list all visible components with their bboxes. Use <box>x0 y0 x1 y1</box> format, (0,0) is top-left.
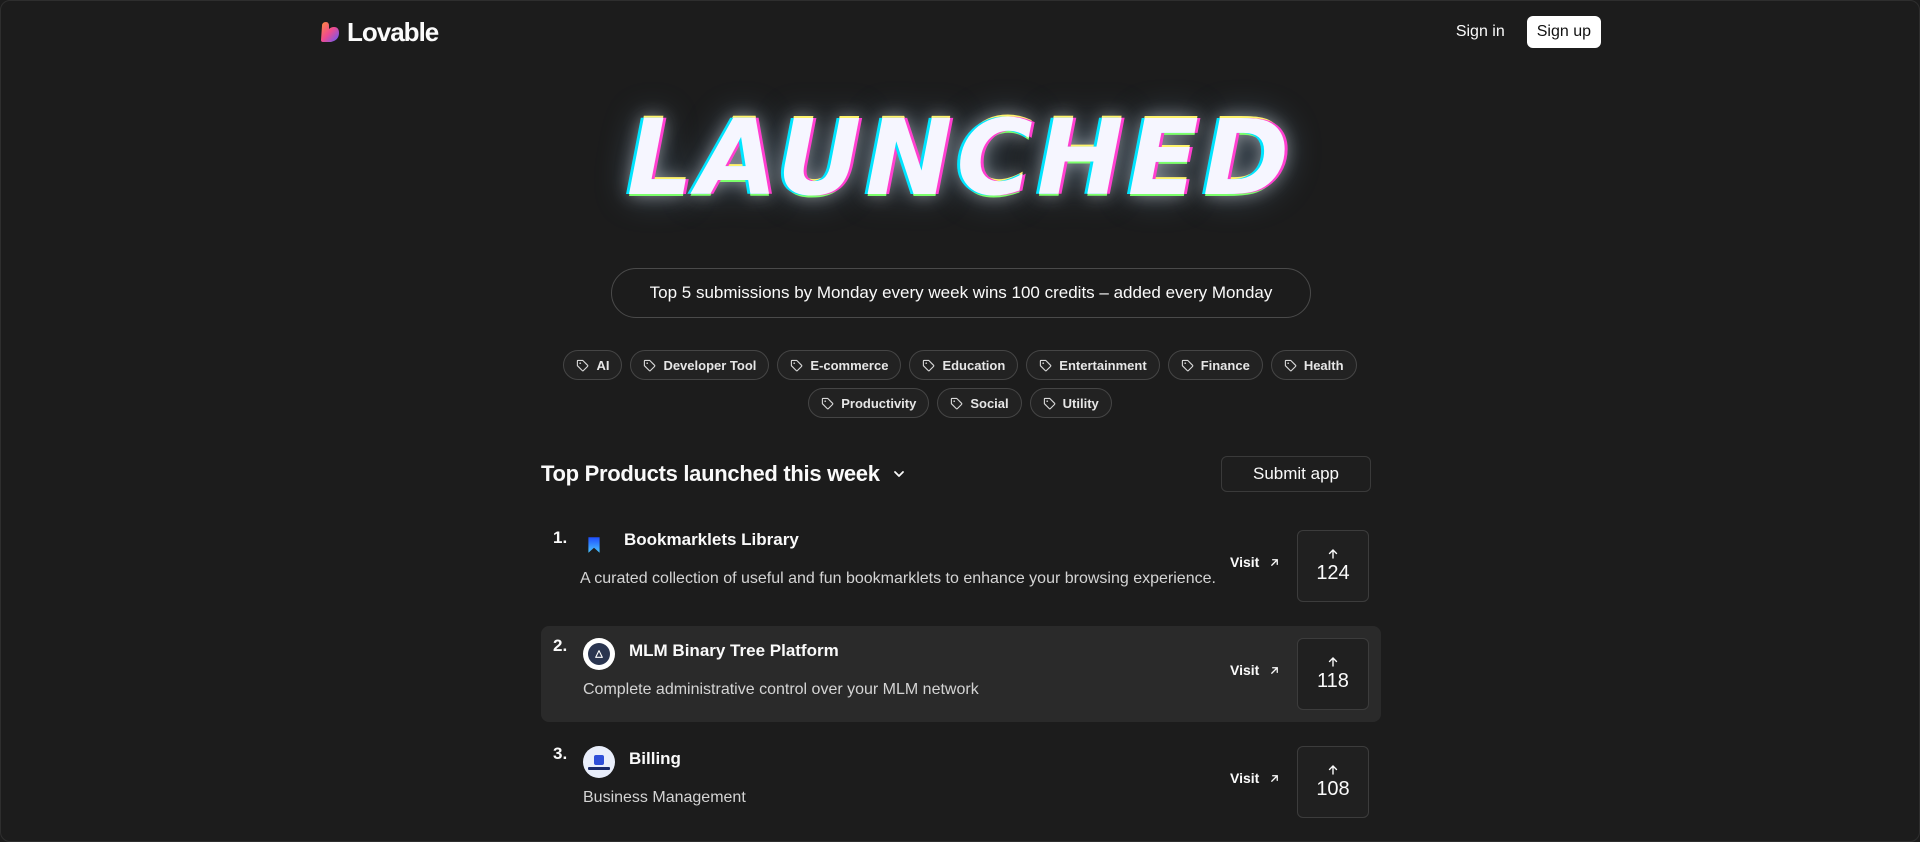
upvote-button[interactable]: 118 <box>1297 638 1369 710</box>
tag-icon <box>822 397 834 409</box>
category-tags: AI Developer Tool E-commerce Education Enter… <box>1 350 1919 426</box>
tag-icon <box>923 359 935 371</box>
promo-banner-text: Top 5 submissions by Monday every week w… <box>649 283 1273 302</box>
tag-social[interactable]: Social <box>937 388 1022 418</box>
auth-actions: Sign in Sign up <box>1446 16 1601 48</box>
tag-label: E-commerce <box>810 357 889 373</box>
tag-icon <box>1181 359 1194 371</box>
product-name[interactable]: Billing <box>629 749 681 769</box>
product-name[interactable]: MLM Binary Tree Platform <box>629 641 839 661</box>
tag-education[interactable]: Education <box>909 350 1019 380</box>
tag-label: AI <box>596 357 610 373</box>
product-rank: 2. <box>553 636 568 655</box>
external-arrow-icon <box>1271 774 1279 782</box>
tag-e-commerce[interactable]: E-commerce <box>777 350 902 380</box>
tag-icon <box>791 359 803 371</box>
tag-label: Productivity <box>841 395 917 411</box>
section-header: Top Products launched this week Submit a… <box>541 456 1381 492</box>
product-list: 1. Bookmarklets Library A curated collec… <box>541 518 1381 842</box>
arrow-up-icon <box>1328 656 1338 667</box>
tag-ai[interactable]: AI <box>563 350 623 380</box>
top-products-section: Top Products launched this week Submit a… <box>541 456 1381 818</box>
tag-finance[interactable]: Finance <box>1167 350 1263 380</box>
tag-icon <box>951 397 963 409</box>
tag-label: Social <box>970 395 1009 411</box>
product-description: Complete administrative control over you… <box>583 681 979 698</box>
arrow-up-icon <box>1328 548 1338 559</box>
tag-utility[interactable]: Utility <box>1029 388 1112 418</box>
billing-logo-icon <box>583 746 615 778</box>
period-dropdown[interactable]: Top Products launched this week <box>541 461 906 487</box>
tag-label: Utility <box>1062 395 1099 411</box>
tag-label: Finance <box>1200 357 1250 373</box>
tag-productivity[interactable]: Productivity <box>808 388 930 418</box>
vote-count: 124 <box>1316 561 1350 584</box>
visit-link[interactable]: Visit <box>1230 662 1280 678</box>
bookmark-icon <box>581 532 607 558</box>
lovable-heart-icon <box>321 22 339 42</box>
tag-label: Education <box>942 357 1006 373</box>
product-description: A curated collection of useful and fun b… <box>580 570 1216 587</box>
top-nav: Lovable Sign in Sign up <box>319 15 1601 49</box>
product-name[interactable]: Bookmarklets Library <box>624 530 799 550</box>
external-arrow-icon <box>1271 558 1279 566</box>
tag-health[interactable]: Health <box>1270 350 1357 380</box>
product-item[interactable]: 1. Bookmarklets Library A curated collec… <box>541 518 1381 614</box>
logo[interactable]: Lovable <box>319 16 439 48</box>
tag-label: Entertainment <box>1059 357 1147 373</box>
hero: LAUNCHED <box>1 93 1919 223</box>
visit-label: Visit <box>1230 770 1260 786</box>
section-title: Top Products launched this week <box>541 461 880 486</box>
tag-icon <box>1043 397 1055 409</box>
product-item[interactable]: 2. MLM Binary Tree Platform Complete adm… <box>541 626 1381 722</box>
hero-title: LAUNCHED <box>626 97 1294 219</box>
visit-link[interactable]: Visit <box>1230 770 1280 786</box>
upvote-button[interactable]: 108 <box>1297 746 1369 818</box>
product-description: Business Management <box>583 789 746 806</box>
tag-row-1: AI Developer Tool E-commerce Education Enter… <box>1 350 1919 380</box>
visit-label: Visit <box>1230 662 1260 678</box>
tag-entertainment[interactable]: Entertainment <box>1026 350 1160 380</box>
tag-developer-tool[interactable]: Developer Tool <box>630 350 770 380</box>
tag-icon <box>1040 359 1052 371</box>
chevron-down-icon <box>893 471 904 477</box>
vote-count: 108 <box>1316 777 1350 800</box>
product-rank: 1. <box>553 528 568 547</box>
triangle-logo-icon <box>583 638 615 670</box>
promo-banner: Top 5 submissions by Monday every week w… <box>611 268 1311 318</box>
arrow-up-icon <box>1328 764 1338 775</box>
vote-count: 118 <box>1317 669 1349 692</box>
sign-in-button[interactable]: Sign in <box>1446 17 1515 47</box>
external-arrow-icon <box>1271 666 1279 674</box>
visit-label: Visit <box>1230 554 1260 570</box>
tag-row-2: Productivity Social Utility <box>1 388 1919 418</box>
tag-icon <box>644 359 656 371</box>
sign-up-button[interactable]: Sign up <box>1526 16 1601 48</box>
tag-label: Health <box>1303 357 1344 373</box>
product-rank: 3. <box>553 744 568 763</box>
product-item[interactable]: 3. Billing Business Management Visit 108 <box>541 734 1381 830</box>
submit-app-button[interactable]: Submit app <box>1221 456 1371 492</box>
tag-icon <box>577 359 589 371</box>
logo-text: Lovable <box>347 16 439 47</box>
upvote-button[interactable]: 124 <box>1297 530 1369 602</box>
visit-link[interactable]: Visit <box>1230 554 1280 570</box>
app-window: Lovable Sign in Sign up LAUNCHED Top 5 s… <box>0 0 1920 842</box>
tag-icon <box>1284 359 1297 371</box>
tag-label: Developer Tool <box>663 357 757 373</box>
